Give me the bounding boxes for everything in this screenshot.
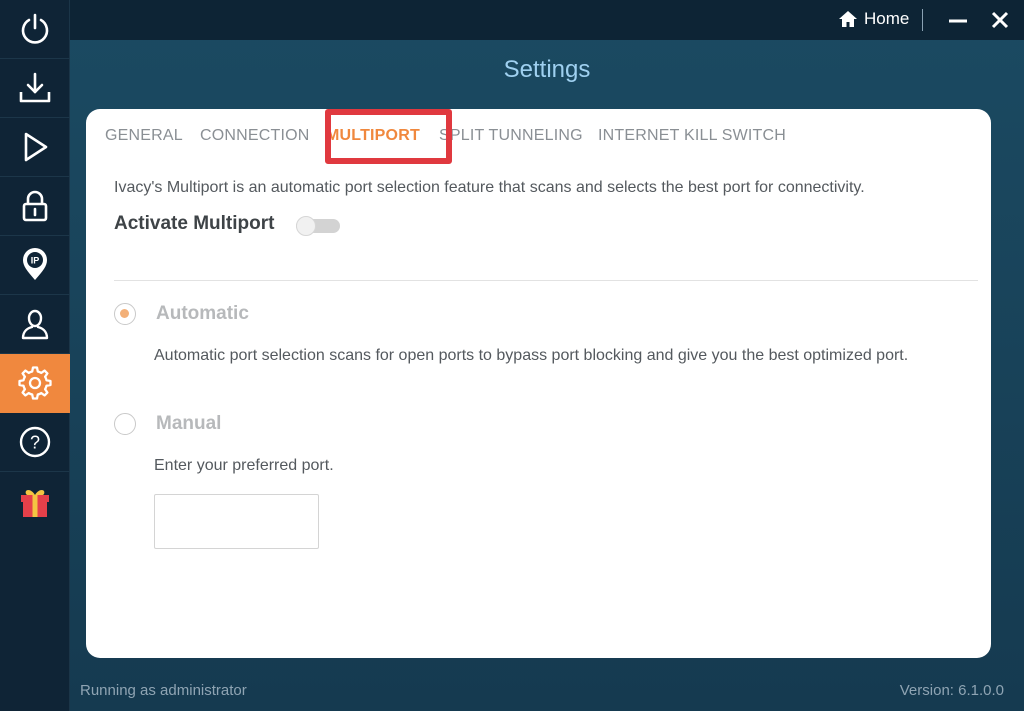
- activate-multiport-label: Activate Multiport: [114, 213, 275, 234]
- settings-tabs: GENERAL CONNECTION MULTIPORT SPLIT TUNNE…: [105, 109, 985, 164]
- sidebar-item-power[interactable]: [0, 0, 70, 59]
- sidebar-item-account[interactable]: [0, 295, 70, 354]
- help-icon: ?: [19, 426, 51, 458]
- gift-icon: [21, 489, 49, 517]
- automatic-label[interactable]: Automatic: [156, 303, 249, 325]
- tab-internet-kill-switch[interactable]: INTERNET KILL SWITCH: [598, 127, 786, 145]
- play-icon: [24, 132, 48, 162]
- sidebar-item-ip[interactable]: IP: [0, 236, 70, 295]
- close-button[interactable]: [986, 6, 1014, 34]
- user-icon: [21, 309, 49, 340]
- sidebar-item-help[interactable]: ?: [0, 413, 70, 472]
- multiport-description: Ivacy's Multiport is an automatic port s…: [114, 179, 865, 196]
- section-divider: [114, 280, 978, 281]
- home-label: Home: [864, 9, 910, 28]
- sidebar-item-play[interactable]: [0, 118, 70, 177]
- manual-description: Enter your preferred port.: [154, 457, 334, 474]
- minimize-button[interactable]: [944, 6, 972, 34]
- home-button[interactable]: Home: [838, 8, 909, 30]
- manual-radio[interactable]: [114, 413, 136, 435]
- download-icon: [19, 72, 51, 103]
- page-title: Settings: [503, 56, 591, 83]
- preferred-port-input[interactable]: [154, 494, 319, 549]
- manual-label[interactable]: Manual: [156, 413, 221, 435]
- tab-general[interactable]: GENERAL: [105, 127, 183, 145]
- sidebar-item-gift[interactable]: [0, 472, 70, 531]
- svg-text:?: ?: [30, 433, 40, 453]
- title-bar: Home: [70, 0, 1024, 40]
- lock-icon: [22, 190, 48, 222]
- home-icon: [839, 11, 857, 27]
- toggle-knob: [296, 216, 316, 236]
- gear-icon: [18, 366, 52, 400]
- automatic-description: Automatic port selection scans for open …: [154, 347, 909, 364]
- radio-selected-dot: [120, 309, 129, 318]
- main-area: Home Settings GENERAL CONNECTION MULTIPO…: [70, 0, 1024, 711]
- svg-text:IP: IP: [31, 256, 40, 266]
- minimize-icon: [949, 19, 967, 23]
- power-icon: [21, 13, 49, 44]
- settings-panel: GENERAL CONNECTION MULTIPORT SPLIT TUNNE…: [86, 109, 991, 658]
- version-label: Version: 6.1.0.0: [899, 682, 1004, 699]
- admin-status: Running as administrator: [80, 682, 247, 699]
- sidebar-item-settings[interactable]: [0, 354, 70, 413]
- sidebar: IP ?: [0, 0, 70, 711]
- automatic-radio[interactable]: [114, 303, 136, 325]
- ip-location-icon: IP: [23, 248, 47, 280]
- activate-multiport-toggle[interactable]: [296, 216, 340, 236]
- sidebar-item-download[interactable]: [0, 59, 70, 118]
- close-icon: [991, 11, 1009, 29]
- title-bar-divider: [922, 9, 923, 31]
- tab-split-tunneling[interactable]: SPLIT TUNNELING: [439, 127, 583, 145]
- sidebar-item-lock[interactable]: [0, 177, 70, 236]
- tab-highlight-box: [325, 109, 452, 164]
- tab-connection[interactable]: CONNECTION: [200, 127, 310, 145]
